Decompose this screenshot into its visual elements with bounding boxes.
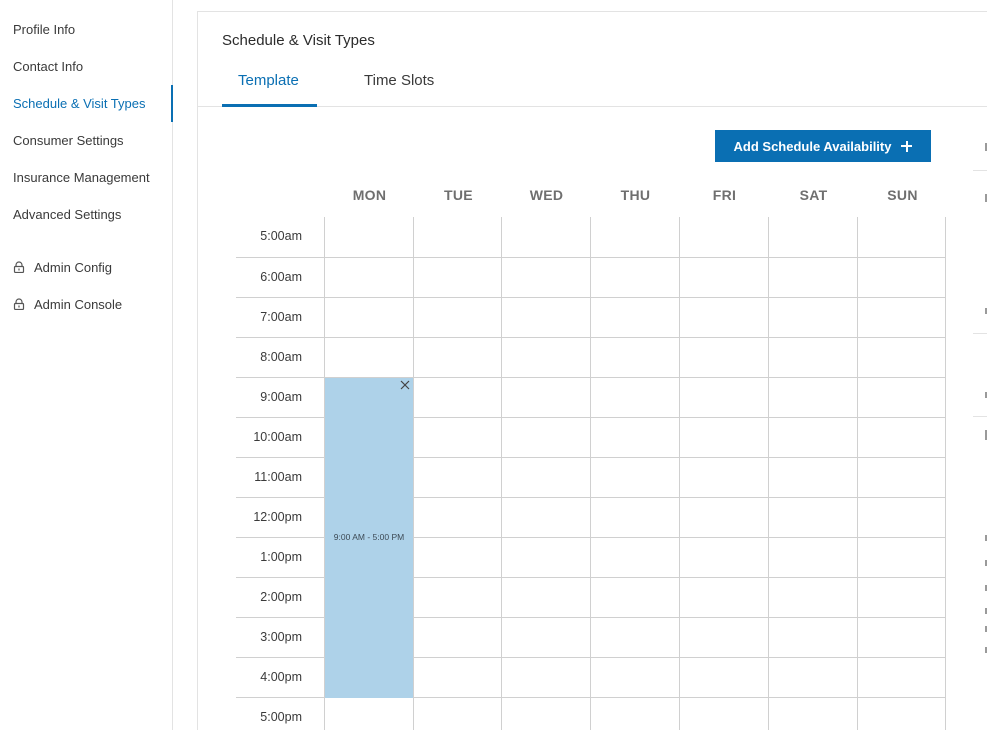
grid-col-line: [857, 217, 858, 730]
sidebar-item-label: Admin Config: [34, 260, 113, 275]
day-header-thu: THU: [620, 187, 651, 203]
time-label: 2:00pm: [260, 590, 302, 604]
grid-col-line: [679, 217, 680, 730]
time-label: 7:00am: [260, 310, 302, 324]
sidebar-item-label: Admin Console: [34, 297, 123, 312]
plus-icon: [901, 140, 913, 152]
side-panel-edge: [973, 130, 987, 670]
day-header-wed: WED: [529, 187, 564, 203]
sidebar-item-schedule-visit-types[interactable]: Schedule & Visit Types: [13, 96, 146, 112]
sidebar-item-advanced-settings[interactable]: Advanced Settings: [13, 207, 121, 223]
lock-icon: [13, 261, 25, 273]
time-label: 3:00pm: [260, 630, 302, 644]
grid-row-line: [236, 297, 946, 298]
time-label: 4:00pm: [260, 670, 302, 684]
grid-col-line: [590, 217, 591, 730]
time-label: 1:00pm: [260, 550, 302, 564]
grid-col-line: [501, 217, 502, 730]
time-label: 6:00am: [260, 270, 302, 284]
day-header-sun: SUN: [887, 187, 918, 203]
day-header-mon: MON: [352, 187, 387, 203]
sidebar-item-consumer-settings[interactable]: Consumer Settings: [13, 133, 124, 149]
time-label: 8:00am: [260, 350, 302, 364]
tab-template[interactable]: Template: [238, 72, 299, 89]
side-panel-divider: [973, 170, 987, 171]
add-schedule-availability-button[interactable]: Add Schedule Availability: [715, 130, 931, 162]
side-panel-divider: [973, 333, 987, 334]
grid-col-line: [768, 217, 769, 730]
time-label: 12:00pm: [253, 510, 302, 524]
sidebar-item-profile-info[interactable]: Profile Info: [13, 22, 75, 38]
active-tab-indicator: [222, 104, 317, 107]
grid-col-line: [413, 217, 414, 730]
side-panel-divider: [973, 416, 987, 417]
day-header-tue: TUE: [444, 187, 473, 203]
availability-block-label: 9:00 AM - 5:00 PM: [333, 532, 405, 542]
sidebar: Profile Info Contact Info Schedule & Vis…: [0, 0, 173, 730]
grid-row-line: [236, 337, 946, 338]
day-header-fri: FRI: [712, 187, 737, 203]
time-label: 9:00am: [260, 390, 302, 404]
sidebar-item-admin-console[interactable]: Admin Console: [13, 297, 122, 313]
add-schedule-availability-label: Add Schedule Availability: [733, 138, 892, 154]
sidebar-item-admin-config[interactable]: Admin Config: [13, 260, 112, 276]
grid-row-line: [236, 257, 946, 258]
time-label: 11:00am: [254, 470, 302, 484]
time-label: 5:00pm: [260, 710, 302, 724]
time-label: 5:00am: [260, 229, 302, 243]
sidebar-active-indicator: [171, 85, 173, 122]
sidebar-item-contact-info[interactable]: Contact Info: [13, 59, 83, 75]
lock-icon: [13, 298, 25, 310]
close-icon[interactable]: [400, 380, 410, 390]
sidebar-item-insurance-management[interactable]: Insurance Management: [13, 170, 150, 186]
availability-block[interactable]: 9:00 AM - 5:00 PM: [325, 378, 413, 698]
grid-col-line: [945, 217, 946, 730]
tab-time-slots[interactable]: Time Slots: [364, 72, 434, 89]
time-label: 10:00am: [253, 430, 302, 444]
day-header-sat: SAT: [799, 187, 828, 203]
page-title: Schedule & Visit Types: [222, 32, 375, 49]
